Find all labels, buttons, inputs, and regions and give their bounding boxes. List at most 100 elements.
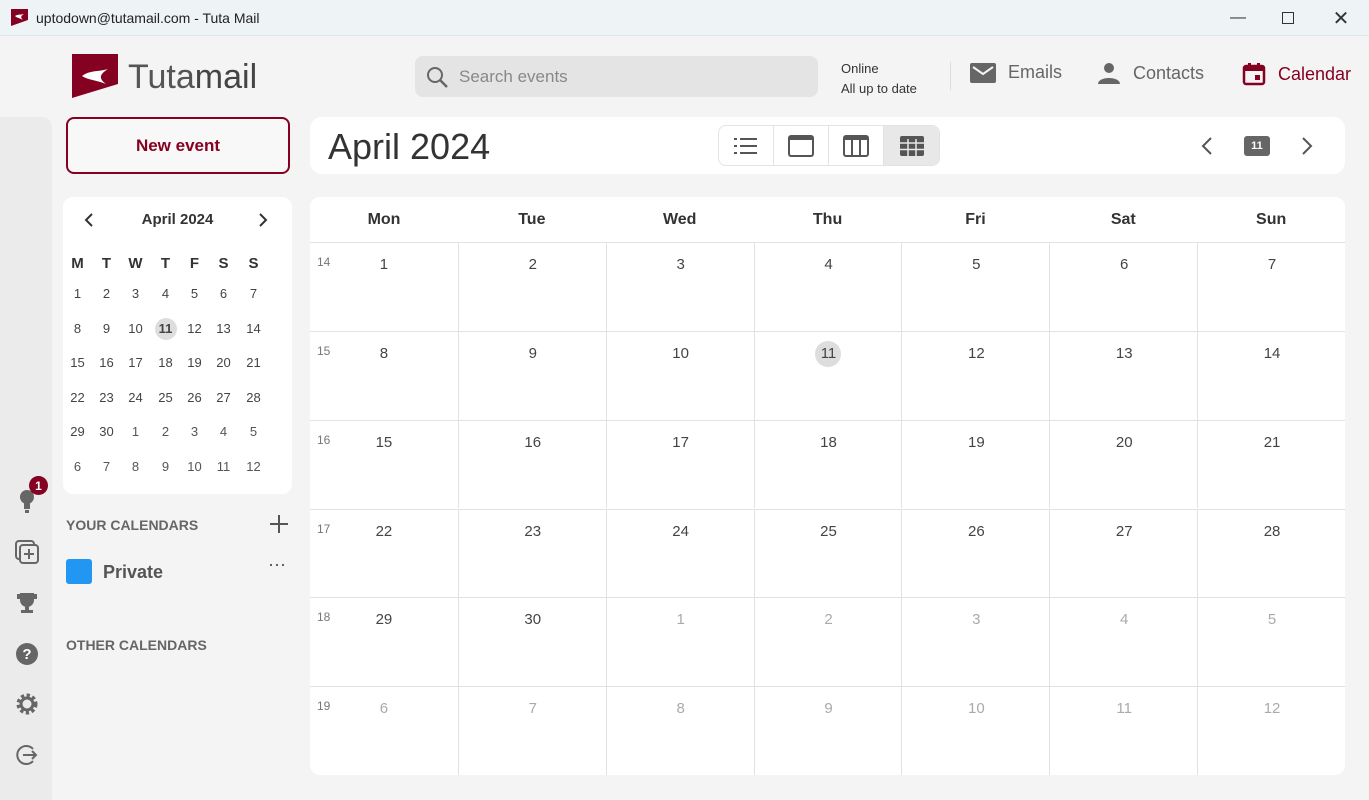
mini-day[interactable]: 2 xyxy=(92,286,121,301)
maximize-button[interactable] xyxy=(1268,6,1308,30)
mini-day[interactable]: 11 xyxy=(151,317,180,340)
day-cell[interactable]: 30 xyxy=(457,597,607,687)
day-cell[interactable]: 10 xyxy=(605,330,755,420)
day-cell[interactable]: 9 xyxy=(753,686,903,775)
day-cell[interactable]: 25 xyxy=(753,508,903,598)
search-input[interactable] xyxy=(459,66,799,87)
nav-contacts[interactable]: Contacts xyxy=(1097,62,1204,84)
day-cell[interactable]: 24 xyxy=(605,508,755,598)
mini-day[interactable]: 13 xyxy=(209,321,238,336)
previous-month-button[interactable] xyxy=(1192,131,1222,161)
day-cell[interactable]: 4 xyxy=(1049,597,1199,687)
day-view-button[interactable] xyxy=(774,126,829,165)
day-cell[interactable]: 27 xyxy=(1049,508,1199,598)
mini-day[interactable]: 4 xyxy=(209,424,238,439)
day-cell[interactable]: 1 14 xyxy=(310,242,458,331)
mini-day[interactable]: 15 xyxy=(63,355,92,370)
day-cell[interactable]: 23 xyxy=(457,508,607,598)
mini-day[interactable]: 23 xyxy=(92,390,121,405)
day-cell[interactable]: 19 xyxy=(901,419,1051,509)
nav-calendar[interactable]: Calendar xyxy=(1242,62,1351,86)
nav-emails[interactable]: Emails xyxy=(970,62,1062,83)
day-cell[interactable]: 7 xyxy=(457,686,607,775)
mini-day[interactable]: 3 xyxy=(180,424,209,439)
mini-day[interactable]: 1 xyxy=(121,424,150,439)
settings-icon[interactable] xyxy=(12,689,42,719)
day-cell[interactable]: 28 xyxy=(1197,508,1345,598)
mini-next-button[interactable] xyxy=(257,212,269,233)
add-calendar-icon[interactable] xyxy=(12,537,42,567)
day-cell[interactable]: 17 xyxy=(605,419,755,509)
mini-day[interactable]: 16 xyxy=(92,355,121,370)
day-cell[interactable]: 8 15 xyxy=(310,330,458,420)
day-cell[interactable]: 11 xyxy=(1049,686,1199,775)
mini-day[interactable]: 21 xyxy=(239,355,268,370)
mini-day[interactable]: 17 xyxy=(121,355,150,370)
mini-day[interactable]: 2 xyxy=(151,424,180,439)
mini-day[interactable]: 6 xyxy=(209,286,238,301)
mini-day[interactable]: 12 xyxy=(180,321,209,336)
day-cell[interactable]: 29 18 xyxy=(310,597,458,686)
day-cell[interactable]: 12 xyxy=(1197,686,1345,775)
mini-day[interactable]: 28 xyxy=(239,390,268,405)
mini-day[interactable]: 22 xyxy=(63,390,92,405)
day-cell[interactable]: 16 xyxy=(457,419,607,509)
mini-day[interactable]: 6 xyxy=(63,459,92,474)
mini-day[interactable]: 25 xyxy=(151,390,180,405)
minimize-button[interactable]: — xyxy=(1218,6,1258,30)
mini-day[interactable]: 18 xyxy=(151,355,180,370)
trophy-icon[interactable] xyxy=(12,588,42,618)
more-options-icon[interactable]: ⋯ xyxy=(268,555,287,576)
day-cell[interactable]: 5 xyxy=(901,242,1051,331)
mini-day[interactable]: 8 xyxy=(121,459,150,474)
help-icon[interactable]: ? xyxy=(12,639,42,669)
mini-day[interactable]: 10 xyxy=(121,321,150,336)
mini-day[interactable]: 1 xyxy=(63,286,92,301)
mini-day[interactable]: 26 xyxy=(180,390,209,405)
mini-day[interactable]: 29 xyxy=(63,424,92,439)
mini-day[interactable]: 20 xyxy=(209,355,238,370)
next-month-button[interactable] xyxy=(1292,131,1322,161)
day-cell[interactable]: 1 xyxy=(605,597,755,687)
mini-day[interactable]: 7 xyxy=(239,286,268,301)
mini-day[interactable]: 7 xyxy=(92,459,121,474)
search-box[interactable] xyxy=(415,56,818,97)
mini-day[interactable]: 24 xyxy=(121,390,150,405)
day-cell[interactable]: 10 xyxy=(901,686,1051,775)
logout-icon[interactable] xyxy=(12,740,42,770)
mini-day[interactable]: 9 xyxy=(151,459,180,474)
calendar-item-private[interactable]: Private ⋯ xyxy=(66,555,292,585)
agenda-view-button[interactable] xyxy=(719,126,774,165)
mini-day[interactable]: 5 xyxy=(239,424,268,439)
mini-day[interactable]: 12 xyxy=(239,459,268,474)
day-cell[interactable]: 12 xyxy=(901,330,1051,420)
mini-day[interactable]: 3 xyxy=(121,286,150,301)
day-cell[interactable]: 20 xyxy=(1049,419,1199,509)
day-cell[interactable]: 11 xyxy=(753,330,903,420)
day-cell[interactable]: 5 xyxy=(1197,597,1345,687)
mini-day[interactable]: 27 xyxy=(209,390,238,405)
day-cell[interactable]: 9 xyxy=(457,330,607,420)
mini-day[interactable]: 19 xyxy=(180,355,209,370)
close-button[interactable]: ✕ xyxy=(1321,6,1361,30)
day-cell[interactable]: 6 19 xyxy=(310,686,458,775)
add-calendar-button[interactable] xyxy=(268,513,290,540)
week-view-button[interactable] xyxy=(829,126,884,165)
today-button[interactable]: 11 xyxy=(1242,131,1272,161)
day-cell[interactable]: 2 xyxy=(457,242,607,331)
day-cell[interactable]: 3 xyxy=(605,242,755,331)
day-cell[interactable]: 22 17 xyxy=(310,508,458,598)
day-cell[interactable]: 2 xyxy=(753,597,903,687)
day-cell[interactable]: 3 xyxy=(901,597,1051,687)
day-cell[interactable]: 14 xyxy=(1197,330,1345,420)
day-cell[interactable]: 26 xyxy=(901,508,1051,598)
mini-day[interactable]: 14 xyxy=(239,321,268,336)
mini-day[interactable]: 5 xyxy=(180,286,209,301)
month-view-button[interactable] xyxy=(884,126,939,165)
day-cell[interactable]: 21 xyxy=(1197,419,1345,509)
day-cell[interactable]: 8 xyxy=(605,686,755,775)
day-cell[interactable]: 7 xyxy=(1197,242,1345,331)
mini-day[interactable]: 4 xyxy=(151,286,180,301)
day-cell[interactable]: 4 xyxy=(753,242,903,331)
mini-prev-button[interactable] xyxy=(83,212,95,233)
